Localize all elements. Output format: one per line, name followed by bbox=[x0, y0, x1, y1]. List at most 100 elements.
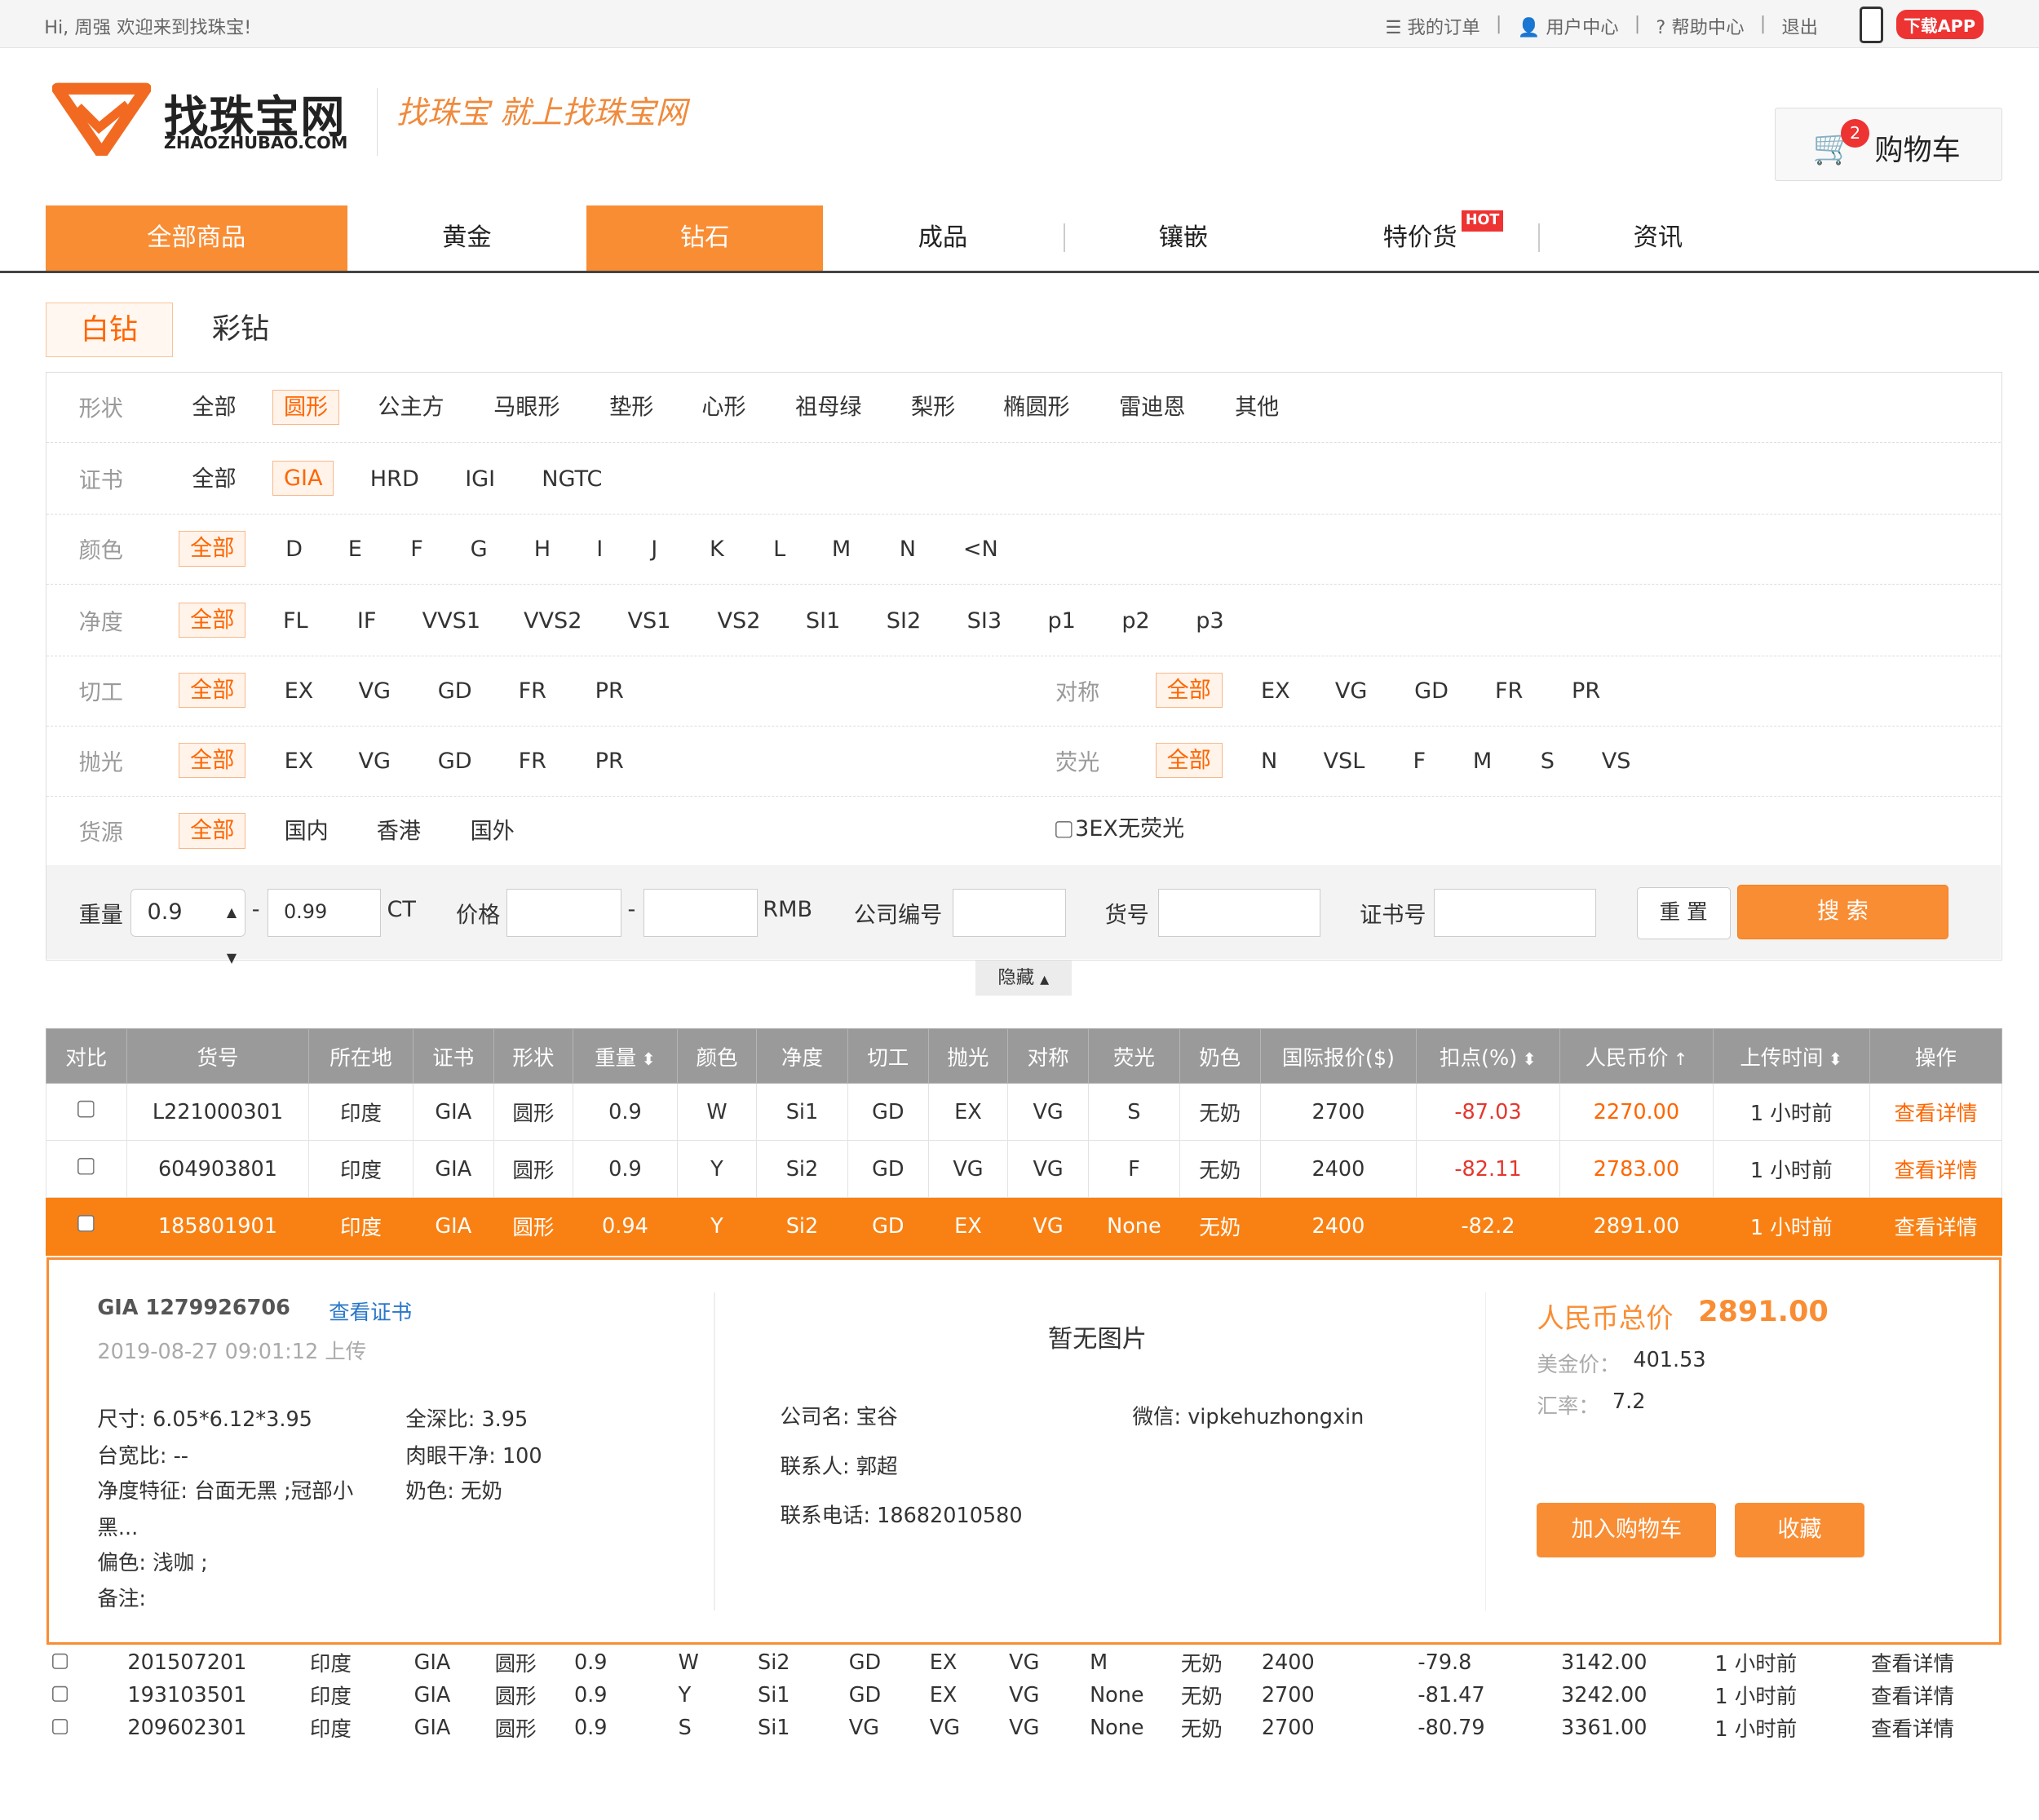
view-details-link[interactable]: 查看详情 bbox=[1869, 1197, 2003, 1256]
compare-checkbox[interactable] bbox=[77, 1214, 95, 1233]
filter-option[interactable]: L bbox=[773, 532, 785, 568]
3ex-checkbox[interactable] bbox=[1055, 821, 1073, 839]
filter-option-selected[interactable]: 全部 bbox=[179, 813, 246, 849]
add-to-cart-button[interactable]: 加入购物车 bbox=[1537, 1502, 1717, 1557]
filter-option[interactable]: FR bbox=[519, 674, 546, 709]
filter-option[interactable]: 国外 bbox=[471, 815, 515, 850]
filter-option[interactable]: p3 bbox=[1196, 604, 1223, 639]
filter-option[interactable]: VS1 bbox=[627, 604, 670, 639]
nav-all-products[interactable]: 全部商品 bbox=[45, 205, 347, 271]
tab-white-diamond[interactable]: 白钻 bbox=[45, 303, 174, 358]
filter-option[interactable]: p1 bbox=[1047, 604, 1075, 639]
filter-option[interactable]: K bbox=[710, 532, 724, 568]
filter-option[interactable]: VVS1 bbox=[422, 604, 481, 639]
filter-option[interactable]: N bbox=[1261, 744, 1277, 780]
table-row[interactable]: 193103501 印度 GIA 圆形 0.9 Y Si1 GD EX VG None 无奶 2700 -… bbox=[46, 1679, 2003, 1712]
filter-option[interactable]: FR bbox=[1495, 674, 1523, 709]
filter-option[interactable]: GD bbox=[1414, 674, 1449, 709]
column-header[interactable]: 人民币价 ↑ bbox=[1559, 1028, 1714, 1084]
view-details-link[interactable]: 查看详情 bbox=[1869, 1679, 2002, 1712]
filter-option-selected[interactable]: 全部 bbox=[179, 531, 246, 567]
compare-checkbox[interactable] bbox=[77, 1100, 95, 1119]
help-center-link[interactable]: ? 帮助中心 bbox=[1656, 13, 1744, 39]
filter-option[interactable]: D bbox=[285, 532, 303, 568]
filter-option[interactable]: S bbox=[1541, 744, 1555, 780]
view-details-link[interactable]: 查看详情 bbox=[1869, 1140, 2003, 1199]
filter-option-selected[interactable]: GIA bbox=[272, 461, 334, 497]
tab-color-diamond[interactable]: 彩钻 bbox=[192, 303, 289, 357]
filter-option[interactable]: VG bbox=[358, 674, 391, 709]
column-header[interactable]: 上传时间 ⬍ bbox=[1713, 1028, 1870, 1084]
download-app-button[interactable]: 下载APP bbox=[1859, 6, 1984, 43]
filter-option[interactable]: F bbox=[410, 532, 423, 568]
filter-option[interactable]: 雷迪恩 bbox=[1119, 391, 1185, 426]
orders-link[interactable]: ☰ 我的订单 bbox=[1385, 13, 1479, 39]
3ex-checkbox-option[interactable]: 3EX无荧光 bbox=[1055, 812, 1184, 847]
price-max-input[interactable] bbox=[643, 888, 758, 937]
filter-option[interactable]: p2 bbox=[1121, 604, 1149, 639]
filter-option[interactable]: N bbox=[900, 532, 916, 568]
logout-link[interactable]: 退出 bbox=[1781, 13, 1818, 39]
filter-option[interactable]: M bbox=[1473, 744, 1492, 780]
compare-checkbox[interactable] bbox=[51, 1685, 69, 1703]
goods-no-input[interactable] bbox=[1158, 888, 1321, 937]
view-details-link[interactable]: 查看详情 bbox=[1869, 1712, 2002, 1744]
filter-option[interactable]: E bbox=[348, 532, 362, 568]
filter-option-selected[interactable]: 全部 bbox=[179, 673, 246, 709]
filter-option[interactable]: J bbox=[651, 532, 657, 568]
cart-button[interactable]: 🛒 2 购物车 bbox=[1775, 108, 2003, 181]
column-header[interactable]: 扣点(%) ⬍ bbox=[1416, 1028, 1560, 1084]
filter-option-selected[interactable]: 全部 bbox=[1155, 743, 1223, 779]
table-row-selected[interactable]: 185801901 印度 GIA 圆形 0.94 Y Si2 GD EX VG None 无奶 2400… bbox=[45, 1197, 2003, 1256]
compare-checkbox[interactable] bbox=[51, 1653, 69, 1670]
filter-option[interactable]: 其他 bbox=[1235, 391, 1279, 426]
filter-option[interactable]: <N bbox=[963, 532, 998, 568]
nav-finished[interactable]: 成品 bbox=[825, 205, 1061, 271]
sort-icon[interactable]: ↑ bbox=[1674, 1049, 1687, 1069]
filter-option[interactable]: VG bbox=[358, 744, 391, 780]
filter-option[interactable]: FR bbox=[519, 744, 546, 780]
favorite-button[interactable]: 收藏 bbox=[1734, 1502, 1865, 1557]
table-row[interactable]: L221000301 印度 GIA 圆形 0.9 W Si1 GD EX VG S 无奶 2700 -87… bbox=[45, 1083, 2003, 1142]
filter-option[interactable]: PR bbox=[595, 744, 624, 780]
filter-option[interactable]: SI1 bbox=[806, 604, 840, 639]
view-cert-link[interactable]: 查看证书 bbox=[329, 1296, 412, 1326]
filter-option[interactable]: GD bbox=[438, 744, 472, 780]
filter-option[interactable]: G bbox=[471, 532, 488, 568]
filter-option[interactable]: 梨形 bbox=[911, 391, 955, 426]
column-header[interactable]: 重量 ⬍ bbox=[573, 1028, 678, 1084]
nav-diamond[interactable]: 钻石 bbox=[586, 205, 824, 271]
sort-icon[interactable]: ⬍ bbox=[1829, 1049, 1842, 1069]
filter-option[interactable]: 全部 bbox=[192, 462, 236, 497]
filter-option[interactable]: 香港 bbox=[377, 815, 421, 850]
filter-option[interactable]: H bbox=[534, 532, 551, 568]
nav-inlay[interactable]: 镶嵌 bbox=[1065, 205, 1302, 271]
filter-option[interactable]: GD bbox=[438, 674, 472, 709]
filter-option-selected[interactable]: 全部 bbox=[179, 603, 246, 638]
view-details-link[interactable]: 查看详情 bbox=[1869, 1646, 2002, 1679]
filter-option[interactable]: EX bbox=[1261, 674, 1290, 709]
filter-option[interactable]: 全部 bbox=[192, 391, 236, 426]
reset-button[interactable]: 重 置 bbox=[1636, 887, 1731, 940]
search-button[interactable]: 搜 索 bbox=[1736, 885, 1949, 940]
sort-icon[interactable]: ⬍ bbox=[1523, 1049, 1537, 1069]
nav-news[interactable]: 资讯 bbox=[1540, 205, 1776, 271]
filter-option[interactable]: 心形 bbox=[701, 391, 745, 426]
cert-no-input[interactable] bbox=[1434, 888, 1597, 937]
filter-option[interactable]: 马眼形 bbox=[493, 391, 560, 426]
filter-option[interactable]: 公主方 bbox=[378, 391, 444, 426]
weight-min-select[interactable]: 0.9 ▲ ▼ bbox=[130, 888, 245, 965]
compare-checkbox[interactable] bbox=[77, 1157, 95, 1176]
sort-icon[interactable]: ⬍ bbox=[641, 1049, 655, 1069]
filter-option[interactable]: 垫形 bbox=[609, 391, 653, 426]
filter-option[interactable]: FL bbox=[283, 604, 308, 639]
filter-option[interactable]: F bbox=[1413, 744, 1426, 780]
filter-option[interactable]: IF bbox=[357, 604, 377, 639]
filter-option[interactable]: NGTC bbox=[542, 462, 602, 497]
filter-option[interactable]: VG bbox=[1335, 674, 1368, 709]
filter-option-selected[interactable]: 圆形 bbox=[272, 389, 339, 425]
filter-option[interactable]: VVS2 bbox=[524, 604, 582, 639]
filter-option[interactable]: SI3 bbox=[967, 604, 1002, 639]
weight-max-input[interactable]: 0.99 bbox=[267, 888, 381, 937]
filter-option[interactable]: VS bbox=[1602, 744, 1631, 780]
